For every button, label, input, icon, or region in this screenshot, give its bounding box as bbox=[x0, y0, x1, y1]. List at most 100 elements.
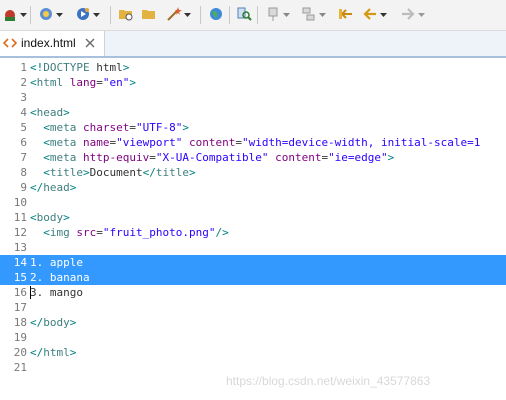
code-token: > bbox=[83, 166, 90, 179]
code-token: img bbox=[49, 226, 70, 239]
code-token: "fruit_photo.png" bbox=[102, 226, 216, 239]
code-token: < bbox=[30, 211, 37, 224]
code-token: charset bbox=[83, 121, 130, 134]
code-editor[interactable]: 1 <!DOCTYPE html> 2 <html lang="en"> 3 4 <head… bbox=[0, 58, 506, 400]
code-token: > bbox=[122, 61, 130, 74]
code-token: > bbox=[69, 181, 77, 194]
debug-icon bbox=[5, 10, 15, 21]
code-line[interactable]: 16 3. mango bbox=[0, 285, 506, 300]
code-text: <html lang="en"> bbox=[30, 75, 136, 90]
code-token: </ bbox=[30, 316, 44, 329]
new-icon bbox=[40, 8, 52, 20]
code-line[interactable]: 13 bbox=[0, 240, 506, 255]
code-line[interactable]: 21 bbox=[0, 360, 506, 375]
code-token: > bbox=[387, 151, 395, 164]
code-line[interactable]: 3 bbox=[0, 90, 506, 105]
code-token: title bbox=[49, 166, 83, 179]
code-token: > bbox=[129, 76, 136, 89]
new-button[interactable] bbox=[38, 6, 63, 22]
code-line[interactable]: 9 </head> bbox=[0, 180, 506, 195]
code-token: html bbox=[36, 76, 64, 89]
line-number: 1 bbox=[20, 61, 27, 74]
code-text: <title>Document</title> bbox=[30, 165, 196, 180]
code-line[interactable]: 18 </body> bbox=[0, 315, 506, 330]
code-token: > bbox=[188, 166, 196, 179]
tab-index-html[interactable]: index.html bbox=[0, 31, 105, 56]
search-button[interactable] bbox=[236, 6, 252, 22]
chevron-down-icon bbox=[56, 13, 63, 17]
code-token: < bbox=[43, 121, 50, 134]
code-line[interactable]: 19 bbox=[0, 330, 506, 345]
hierarchy-button[interactable] bbox=[301, 6, 326, 22]
code-token: body bbox=[43, 316, 70, 329]
code-line[interactable]: 17 bbox=[0, 300, 506, 315]
code-line[interactable]: 7 <meta http-equiv="X-UA-Compatible" con… bbox=[0, 150, 506, 165]
debug-button[interactable] bbox=[2, 6, 27, 22]
line-number: 15 bbox=[13, 271, 27, 284]
line-number: 2 bbox=[20, 76, 27, 89]
open-file-button[interactable] bbox=[141, 6, 157, 22]
toolbar-separator bbox=[229, 6, 230, 24]
code-token: lang bbox=[69, 76, 97, 89]
code-token: DOCTYPE bbox=[43, 61, 90, 74]
wand-button[interactable] bbox=[166, 6, 191, 22]
open-file-icon bbox=[142, 10, 155, 19]
code-token: html bbox=[89, 61, 123, 74]
pin-icon bbox=[268, 7, 278, 21]
code-text: <meta charset="UTF-8"> bbox=[30, 120, 189, 135]
code-token: = bbox=[129, 121, 136, 134]
code-token: = bbox=[96, 76, 103, 89]
code-token: body bbox=[36, 211, 64, 224]
code-line[interactable]: 14 1. apple bbox=[0, 255, 506, 270]
code-line[interactable]: 11 <body> bbox=[0, 210, 506, 225]
code-line[interactable]: 10 bbox=[0, 195, 506, 210]
code-line[interactable]: 5 <meta charset="UTF-8"> bbox=[0, 120, 506, 135]
code-line[interactable]: 4 <head> bbox=[0, 105, 506, 120]
code-token: http-equiv bbox=[83, 151, 150, 164]
code-line[interactable]: 12 <img src="fruit_photo.png"/> bbox=[0, 225, 506, 240]
code-text: </html> bbox=[30, 345, 76, 360]
code-token: meta bbox=[49, 151, 77, 164]
code-token: "UTF-8" bbox=[135, 121, 183, 134]
code-text: <meta http-equiv="X-UA-Compatible" conte… bbox=[30, 150, 394, 165]
code-text: <img src="fruit_photo.png"/> bbox=[30, 225, 228, 240]
code-token: < bbox=[43, 151, 50, 164]
code-line[interactable]: 1 <!DOCTYPE html> bbox=[0, 60, 506, 75]
forward-button[interactable] bbox=[400, 6, 425, 22]
line-number: 7 bbox=[20, 151, 27, 164]
code-line[interactable]: 20 </html> bbox=[0, 345, 506, 360]
code-line[interactable]: 6 <meta name="viewport" content="width=d… bbox=[0, 135, 506, 150]
chevron-down-icon bbox=[184, 13, 191, 17]
code-token: <! bbox=[30, 61, 44, 74]
prev-annotation-icon bbox=[339, 9, 352, 19]
code-token: = bbox=[235, 136, 242, 149]
close-icon[interactable] bbox=[85, 38, 95, 48]
open-folder-button[interactable] bbox=[118, 6, 134, 22]
code-line[interactable]: 8 <title>Document</title> bbox=[0, 165, 506, 180]
code-token: 2. banana bbox=[30, 271, 90, 284]
line-number: 8 bbox=[20, 166, 27, 179]
code-token: = bbox=[149, 151, 156, 164]
globe-button[interactable] bbox=[208, 6, 224, 22]
back-button[interactable] bbox=[362, 6, 387, 22]
run-button[interactable] bbox=[75, 6, 100, 22]
toolbar-separator bbox=[200, 6, 201, 24]
code-token: title bbox=[155, 166, 189, 179]
back-icon bbox=[363, 8, 376, 20]
code-token: 1. apple bbox=[30, 256, 83, 269]
code-text: 2. banana bbox=[30, 270, 90, 285]
code-line[interactable]: 2 <html lang="en"> bbox=[0, 75, 506, 90]
code-token: < bbox=[43, 226, 50, 239]
pin-button[interactable] bbox=[265, 6, 290, 22]
code-token: "en" bbox=[102, 76, 130, 89]
chevron-down-icon bbox=[283, 13, 290, 17]
code-text: <meta name="viewport" content="width=dev… bbox=[30, 135, 480, 150]
code-line[interactable]: 15 2. banana bbox=[0, 270, 506, 285]
code-token: name bbox=[83, 136, 110, 149]
prev-annotation-button[interactable] bbox=[338, 6, 354, 22]
